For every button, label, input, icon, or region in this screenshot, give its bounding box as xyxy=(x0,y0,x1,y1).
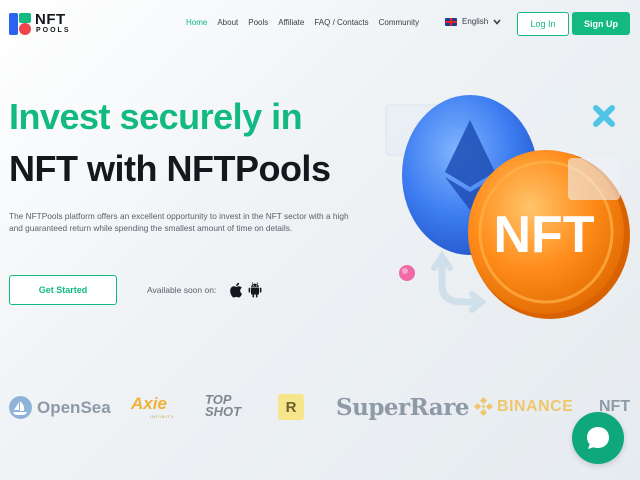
partners-strip: OpenSea Axie INFINITY TOP SHOT R SuperRa… xyxy=(0,385,640,430)
topshot-line2: SHOT xyxy=(205,404,242,419)
nav-affiliate[interactable]: Affiliate xyxy=(278,18,304,27)
opensea-logo: OpenSea xyxy=(37,398,111,417)
apple-icon[interactable] xyxy=(229,282,243,298)
binance-logo: BINANCE xyxy=(497,398,574,415)
language-selector[interactable]: English xyxy=(445,17,501,26)
close-shape-icon xyxy=(593,105,615,127)
logo-mark-icon xyxy=(9,13,31,35)
glass-right-shape xyxy=(568,158,620,200)
language-label: English xyxy=(462,17,489,26)
logo-subtext: POOLS xyxy=(36,27,71,34)
uk-flag-icon xyxy=(445,17,457,26)
logo-text: NFT xyxy=(35,11,66,28)
glass-square-shape xyxy=(545,88,573,118)
axie-sub-logo: INFINITY xyxy=(150,414,175,419)
hero-description: The NFTPools platform offers an excellen… xyxy=(9,211,349,233)
chat-icon xyxy=(587,427,609,449)
nav-about[interactable]: About xyxy=(217,18,238,27)
main-nav: Home About Pools Affiliate FAQ / Contact… xyxy=(186,18,419,27)
nav-faq-contacts[interactable]: FAQ / Contacts xyxy=(314,18,368,27)
nft-coin-text: NFT xyxy=(493,206,594,264)
nav-community[interactable]: Community xyxy=(379,18,419,27)
login-button[interactable]: Log In xyxy=(517,12,569,36)
opensea-icon xyxy=(9,396,32,419)
binance-icon xyxy=(474,397,493,416)
logo[interactable]: NFT POOLS xyxy=(9,10,89,38)
available-soon-text: Available soon on: xyxy=(147,285,217,295)
android-icon[interactable] xyxy=(248,282,262,298)
topshot-logo: TOP SHOT xyxy=(205,393,242,419)
chevron-down-icon xyxy=(493,18,501,25)
hero-illustration: NFT xyxy=(385,88,630,319)
nav-pools[interactable]: Pools xyxy=(248,18,268,27)
superrare-logo: SuperRare xyxy=(336,394,469,421)
nav-home[interactable]: Home xyxy=(186,18,207,27)
axie-logo: Axie xyxy=(131,394,167,413)
rarible-logo: R xyxy=(278,394,304,420)
chat-button[interactable] xyxy=(572,412,624,464)
hero-title-line1: Invest securely in xyxy=(9,96,303,137)
hero-title-line2: NFT with NFTPools xyxy=(9,148,331,189)
get-started-button[interactable]: Get Started xyxy=(9,275,117,305)
signup-button[interactable]: Sign Up xyxy=(572,12,630,35)
